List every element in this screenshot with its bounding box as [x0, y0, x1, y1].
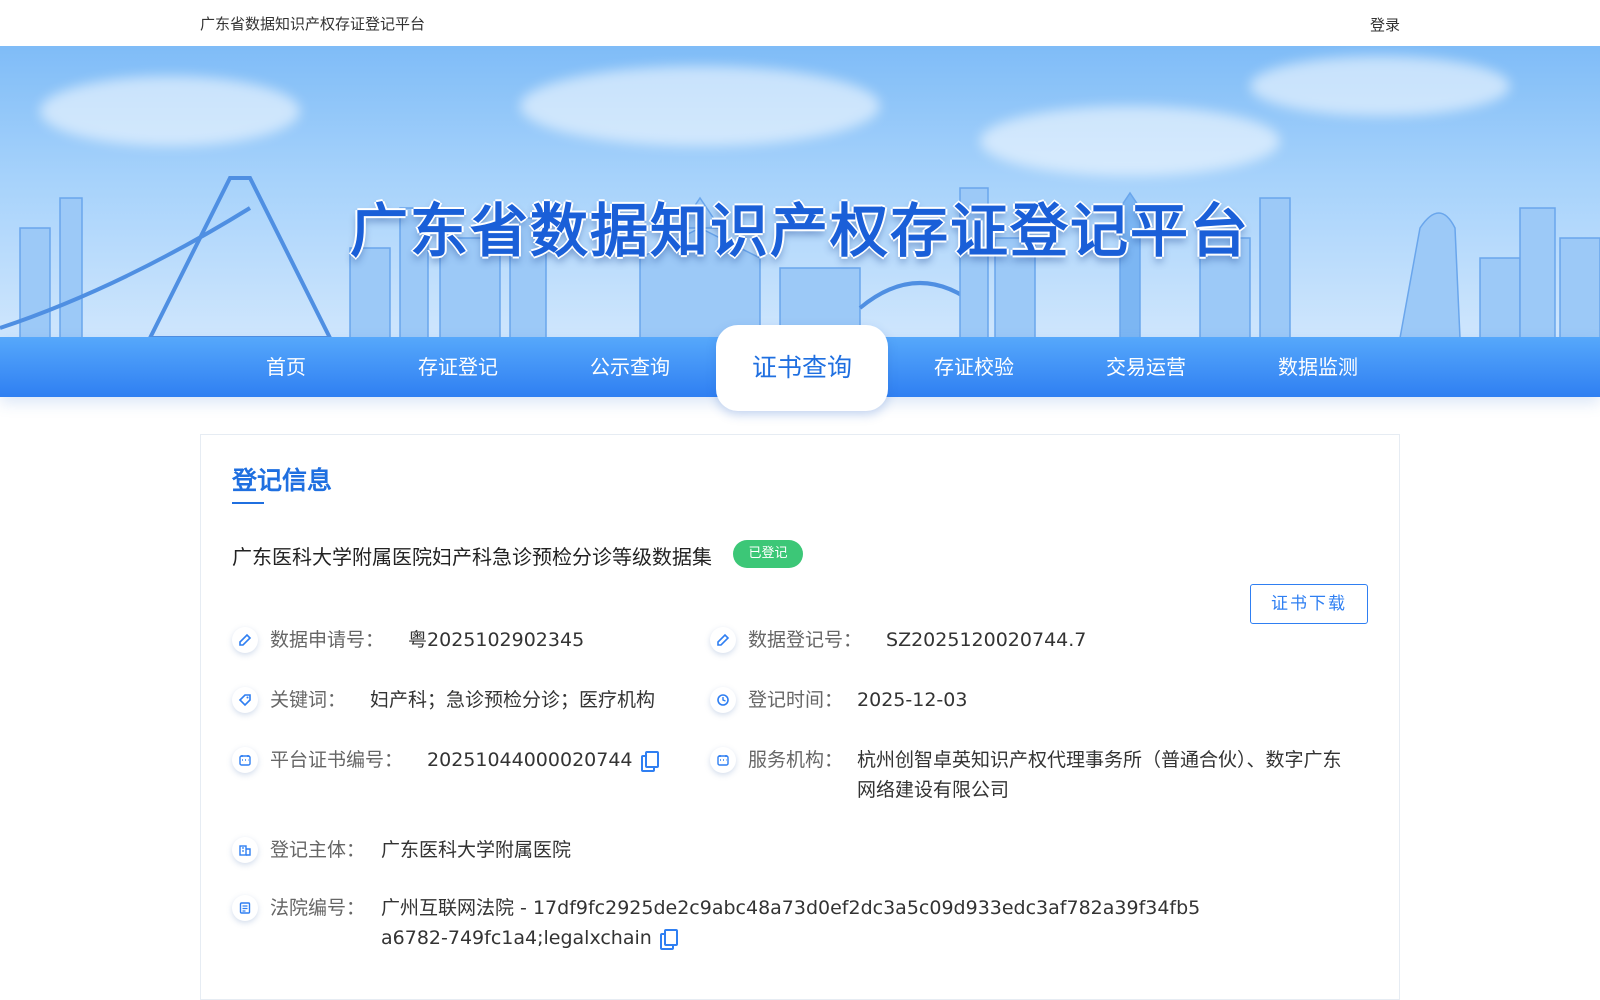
- field-label: 法院编号：: [270, 897, 366, 919]
- tag-icon: [232, 687, 258, 713]
- field-value: 广东医科大学附属医院: [381, 839, 572, 861]
- nav-item-public-query[interactable]: 公示查询: [544, 337, 716, 397]
- copy-icon[interactable]: [659, 929, 678, 950]
- calendar-icon: [710, 747, 736, 773]
- field-label: 登记主体：: [270, 839, 366, 861]
- site-name[interactable]: 广东省数据知识产权存证登记平台: [200, 13, 425, 34]
- field-label: 平台证书编号：: [270, 749, 404, 771]
- field-value: 杭州创智卓英知识产权代理事务所（普通合伙）、数字广东网络建设有限公司: [857, 749, 1342, 801]
- field-label: 关键词：: [270, 689, 347, 711]
- edit-icon: [232, 627, 258, 653]
- clock-icon: [710, 687, 736, 713]
- field-certificate-no: 平台证书编号： 20251044000020744: [232, 745, 692, 775]
- section-title-underline: [232, 502, 264, 504]
- main-nav: 首页 存证登记 公示查询 证书查询 存证校验 交易运营 数据监测: [0, 325, 1600, 411]
- registration-info-card: 登记信息 广东医科大学附属医院妇产科急诊预检分诊等级数据集 已登记 证书下载 数…: [200, 434, 1400, 1000]
- field-value: 20251044000020744: [427, 745, 659, 775]
- hero-banner: 广东省数据知识产权存证登记平台: [0, 46, 1600, 338]
- certificate-download-button[interactable]: 证书下载: [1250, 584, 1368, 624]
- nav-item-verify[interactable]: 存证校验: [888, 337, 1060, 397]
- certificate-no-text: 20251044000020744: [427, 749, 633, 771]
- field-application-no: 数据申请号： 粤2025102902345: [232, 625, 672, 655]
- field-label: 服务机构：: [748, 749, 844, 771]
- nav-item-trading[interactable]: 交易运营: [1060, 337, 1232, 397]
- field-service-agency: 服务机构： 杭州创智卓英知识产权代理事务所（普通合伙）、数字广东网络建设有限公司: [710, 745, 1370, 805]
- nav-item-register[interactable]: 存证登记: [372, 337, 544, 397]
- calendar-icon: [232, 747, 258, 773]
- section-title: 登记信息: [232, 466, 333, 495]
- field-value: 2025-12-03: [857, 689, 968, 711]
- building-icon: [232, 837, 258, 863]
- status-badge: 已登记: [733, 540, 803, 568]
- field-value: 广州互联网法院 - 17df9fc2925de2c9abc48a73d0ef2d…: [381, 893, 1201, 953]
- field-label: 数据登记号：: [748, 629, 863, 651]
- document-icon: [232, 895, 258, 921]
- field-keywords: 关键词： 妇产科；急诊预检分诊；医疗机构: [232, 685, 692, 715]
- edit-icon: [710, 627, 736, 653]
- record-title: 广东医科大学附属医院妇产科急诊预检分诊等级数据集: [232, 545, 712, 569]
- field-registration-no: 数据登记号： SZ2025120020744.7: [710, 625, 1370, 655]
- login-link[interactable]: 登录: [1370, 14, 1400, 35]
- field-value: 粤2025102902345: [408, 629, 585, 651]
- field-value: 妇产科；急诊预检分诊；医疗机构: [370, 689, 656, 711]
- field-label: 数据申请号：: [270, 629, 385, 651]
- field-registration-time: 登记时间： 2025-12-03: [710, 685, 1370, 715]
- copy-icon[interactable]: [640, 751, 659, 772]
- field-label: 登记时间：: [748, 689, 844, 711]
- banner-title: 广东省数据知识产权存证登记平台: [349, 197, 1250, 265]
- top-bar: 广东省数据知识产权存证登记平台 登录: [0, 0, 1600, 46]
- cloud-decoration: [1250, 56, 1510, 116]
- field-value: SZ2025120020744.7: [886, 629, 1087, 651]
- nav-item-home[interactable]: 首页: [200, 337, 372, 397]
- court-no-text: 广州互联网法院 - 17df9fc2925de2c9abc48a73d0ef2d…: [381, 897, 1201, 949]
- nav-item-certificate-query[interactable]: 证书查询: [716, 325, 888, 411]
- field-court-no: 法院编号： 广州互联网法院 - 17df9fc2925de2c9abc48a73…: [232, 893, 1232, 953]
- field-registrant: 登记主体： 广东医科大学附属医院: [232, 835, 932, 865]
- cloud-decoration: [520, 66, 880, 146]
- cloud-decoration: [40, 76, 300, 146]
- nav-item-monitoring[interactable]: 数据监测: [1232, 337, 1404, 397]
